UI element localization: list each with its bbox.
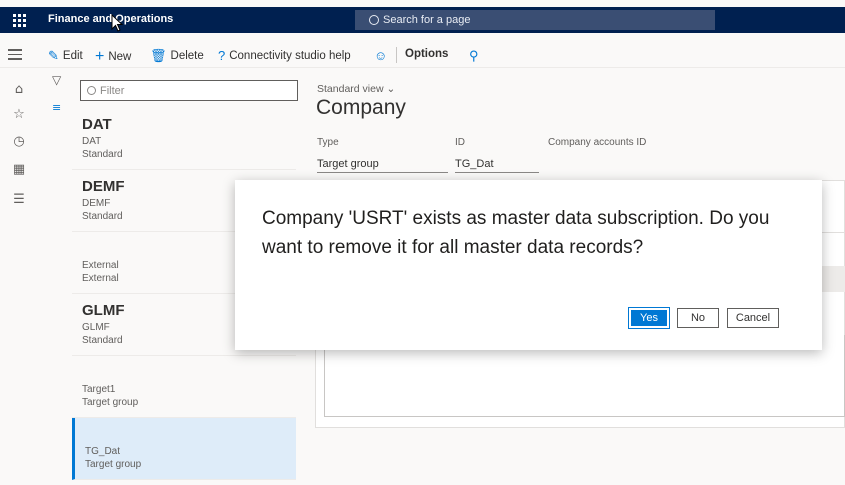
action-search-button[interactable]: ⚲ [469, 48, 479, 64]
yes-button[interactable]: Yes [628, 307, 670, 329]
confirmation-dialog: Company 'USRT' exists as master data sub… [235, 180, 822, 350]
chevron-down-icon: ⌄ [386, 83, 396, 95]
search-icon [369, 15, 379, 25]
new-button[interactable]: + New [95, 48, 131, 66]
smiley-icon: ☺ [374, 48, 388, 63]
waffle-icon [12, 13, 26, 27]
search-icon: ⚲ [469, 48, 479, 63]
type-label: Type [317, 137, 339, 148]
workspace-icon[interactable]: ▦ [12, 163, 26, 177]
list-item[interactable]: Target1 Target group [72, 356, 296, 418]
page-search-input[interactable]: Search for a page [355, 10, 715, 30]
search-placeholder: Search for a page [383, 14, 471, 26]
no-button[interactable]: No [677, 308, 719, 328]
search-icon [87, 86, 96, 95]
home-icon[interactable]: ⌂ [12, 83, 26, 97]
type-field[interactable]: Target group [317, 155, 448, 173]
filter-icon[interactable]: ▽ [52, 73, 61, 87]
question-icon: ? [218, 48, 226, 63]
options-button[interactable]: Options [405, 48, 448, 60]
list-item[interactable]: DAT DAT Standard [72, 108, 296, 170]
smiley-button[interactable]: ☺ [374, 48, 387, 63]
connectivity-help-button[interactable]: ? Connectivity studio help [218, 48, 351, 63]
toolbar-divider [396, 47, 397, 63]
list-item-selected[interactable]: TG_Dat Target group [72, 418, 296, 480]
list-view-icon[interactable]: ≡ [52, 101, 61, 114]
cancel-button[interactable]: Cancel [727, 308, 779, 328]
app-launcher-button[interactable] [0, 7, 38, 33]
dialog-message: Company 'USRT' exists as master data sub… [262, 208, 770, 258]
id-field[interactable]: TG_Dat [455, 155, 539, 173]
id-label: ID [455, 137, 465, 148]
modules-list-icon[interactable]: ☰ [12, 193, 26, 207]
navigation-rail [0, 68, 38, 485]
view-selector[interactable]: Standard view ⌄ [317, 83, 395, 95]
filter-input[interactable]: Filter [80, 80, 298, 101]
company-accounts-id-label: Company accounts ID [548, 137, 647, 148]
mouse-cursor-icon [111, 13, 124, 32]
delete-button[interactable]: 🗑 Delete [150, 48, 204, 64]
plus-icon: + [95, 48, 105, 65]
star-icon[interactable]: ☆ [12, 108, 26, 122]
trash-icon: 🗑 [150, 48, 167, 63]
pencil-icon: ✎ [48, 48, 59, 63]
page-title: Company [316, 96, 406, 119]
clock-icon[interactable]: ◷ [12, 135, 26, 149]
hamburger-menu-icon[interactable] [8, 49, 22, 63]
edit-button[interactable]: ✎ Edit [48, 48, 83, 64]
